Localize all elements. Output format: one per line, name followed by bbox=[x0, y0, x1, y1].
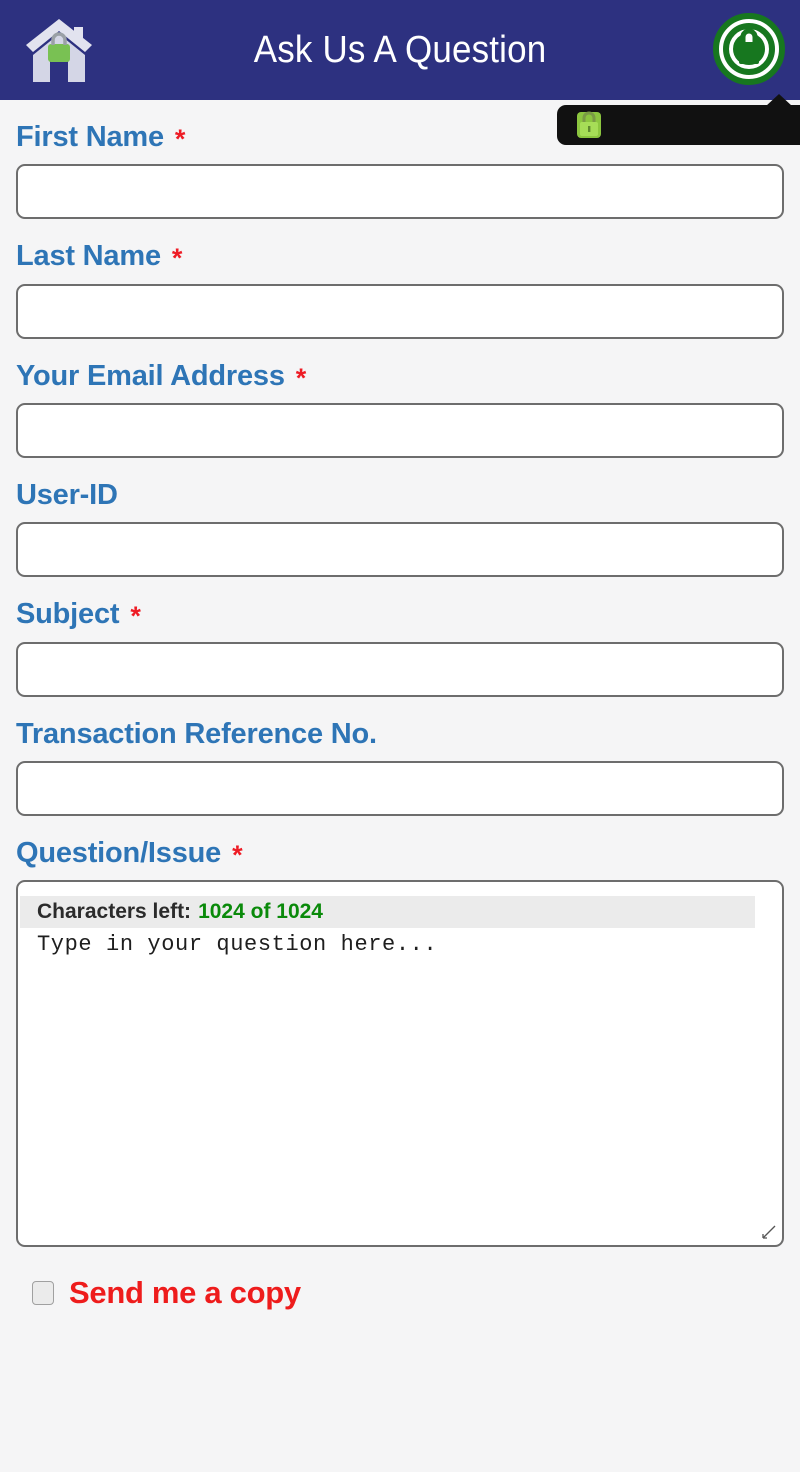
label-email: Your Email Address * bbox=[16, 339, 784, 403]
page-root: Ask Us A Question First Name * Last Name… bbox=[0, 0, 800, 1472]
label-text: First Name bbox=[16, 121, 164, 153]
question-form: First Name * Last Name * Your Email Addres… bbox=[0, 100, 800, 1311]
user-id-input[interactable] bbox=[16, 522, 784, 578]
required-asterisk: * bbox=[130, 601, 141, 632]
field-subject: Subject * bbox=[16, 577, 784, 697]
question-placeholder-text: Type in your question here... bbox=[37, 932, 438, 958]
counter-value: 1024 of 1024 bbox=[198, 900, 323, 924]
field-last-name: Last Name * bbox=[16, 219, 784, 339]
characters-left-counter: Characters left: 1024 of 1024 bbox=[20, 896, 755, 929]
label-last-name: Last Name * bbox=[16, 219, 784, 283]
label-subject: Subject * bbox=[16, 577, 784, 641]
security-tooltip[interactable] bbox=[557, 94, 800, 145]
page-title: Ask Us A Question bbox=[253, 28, 547, 71]
field-user-id: User-ID bbox=[16, 458, 784, 578]
label-user-id: User-ID bbox=[16, 458, 784, 522]
field-transaction-ref: Transaction Reference No. bbox=[16, 697, 784, 817]
home-lock-icon[interactable] bbox=[22, 14, 96, 84]
label-text: Subject bbox=[16, 598, 120, 631]
send-copy-row[interactable]: Send me a copy bbox=[16, 1247, 784, 1311]
last-name-input[interactable] bbox=[16, 283, 784, 339]
required-asterisk: * bbox=[174, 124, 186, 154]
field-email: Your Email Address * bbox=[16, 339, 784, 459]
label-question: Question/Issue * bbox=[16, 816, 784, 880]
first-name-input[interactable] bbox=[16, 164, 784, 220]
padlock-icon bbox=[577, 111, 601, 138]
send-copy-label: Send me a copy bbox=[69, 1275, 301, 1311]
app-header: Ask Us A Question bbox=[0, 0, 800, 100]
label-text: User-ID bbox=[16, 479, 118, 512]
subject-input[interactable] bbox=[16, 641, 784, 697]
resize-handle-icon[interactable] bbox=[762, 1225, 776, 1240]
field-question: Question/Issue * Characters left: 1024 of… bbox=[16, 816, 784, 1248]
label-transaction-ref: Transaction Reference No. bbox=[16, 697, 784, 761]
send-copy-checkbox[interactable] bbox=[32, 1281, 54, 1306]
label-text: Question/Issue bbox=[16, 837, 222, 870]
label-text: Transaction Reference No. bbox=[16, 717, 377, 750]
counter-label: Characters left: bbox=[37, 900, 192, 924]
tooltip-arrow-icon bbox=[766, 94, 792, 106]
email-input[interactable] bbox=[16, 403, 784, 459]
security-lock-badge-icon[interactable] bbox=[712, 12, 786, 86]
label-text: Last Name bbox=[16, 240, 161, 273]
label-text: Your Email Address bbox=[16, 359, 285, 392]
question-textarea[interactable]: Characters left: 1024 of 1024 Type in yo… bbox=[16, 880, 784, 1248]
required-asterisk: * bbox=[171, 243, 183, 274]
required-asterisk: * bbox=[295, 362, 307, 393]
required-asterisk: * bbox=[232, 840, 243, 871]
transaction-ref-input[interactable] bbox=[16, 761, 784, 817]
